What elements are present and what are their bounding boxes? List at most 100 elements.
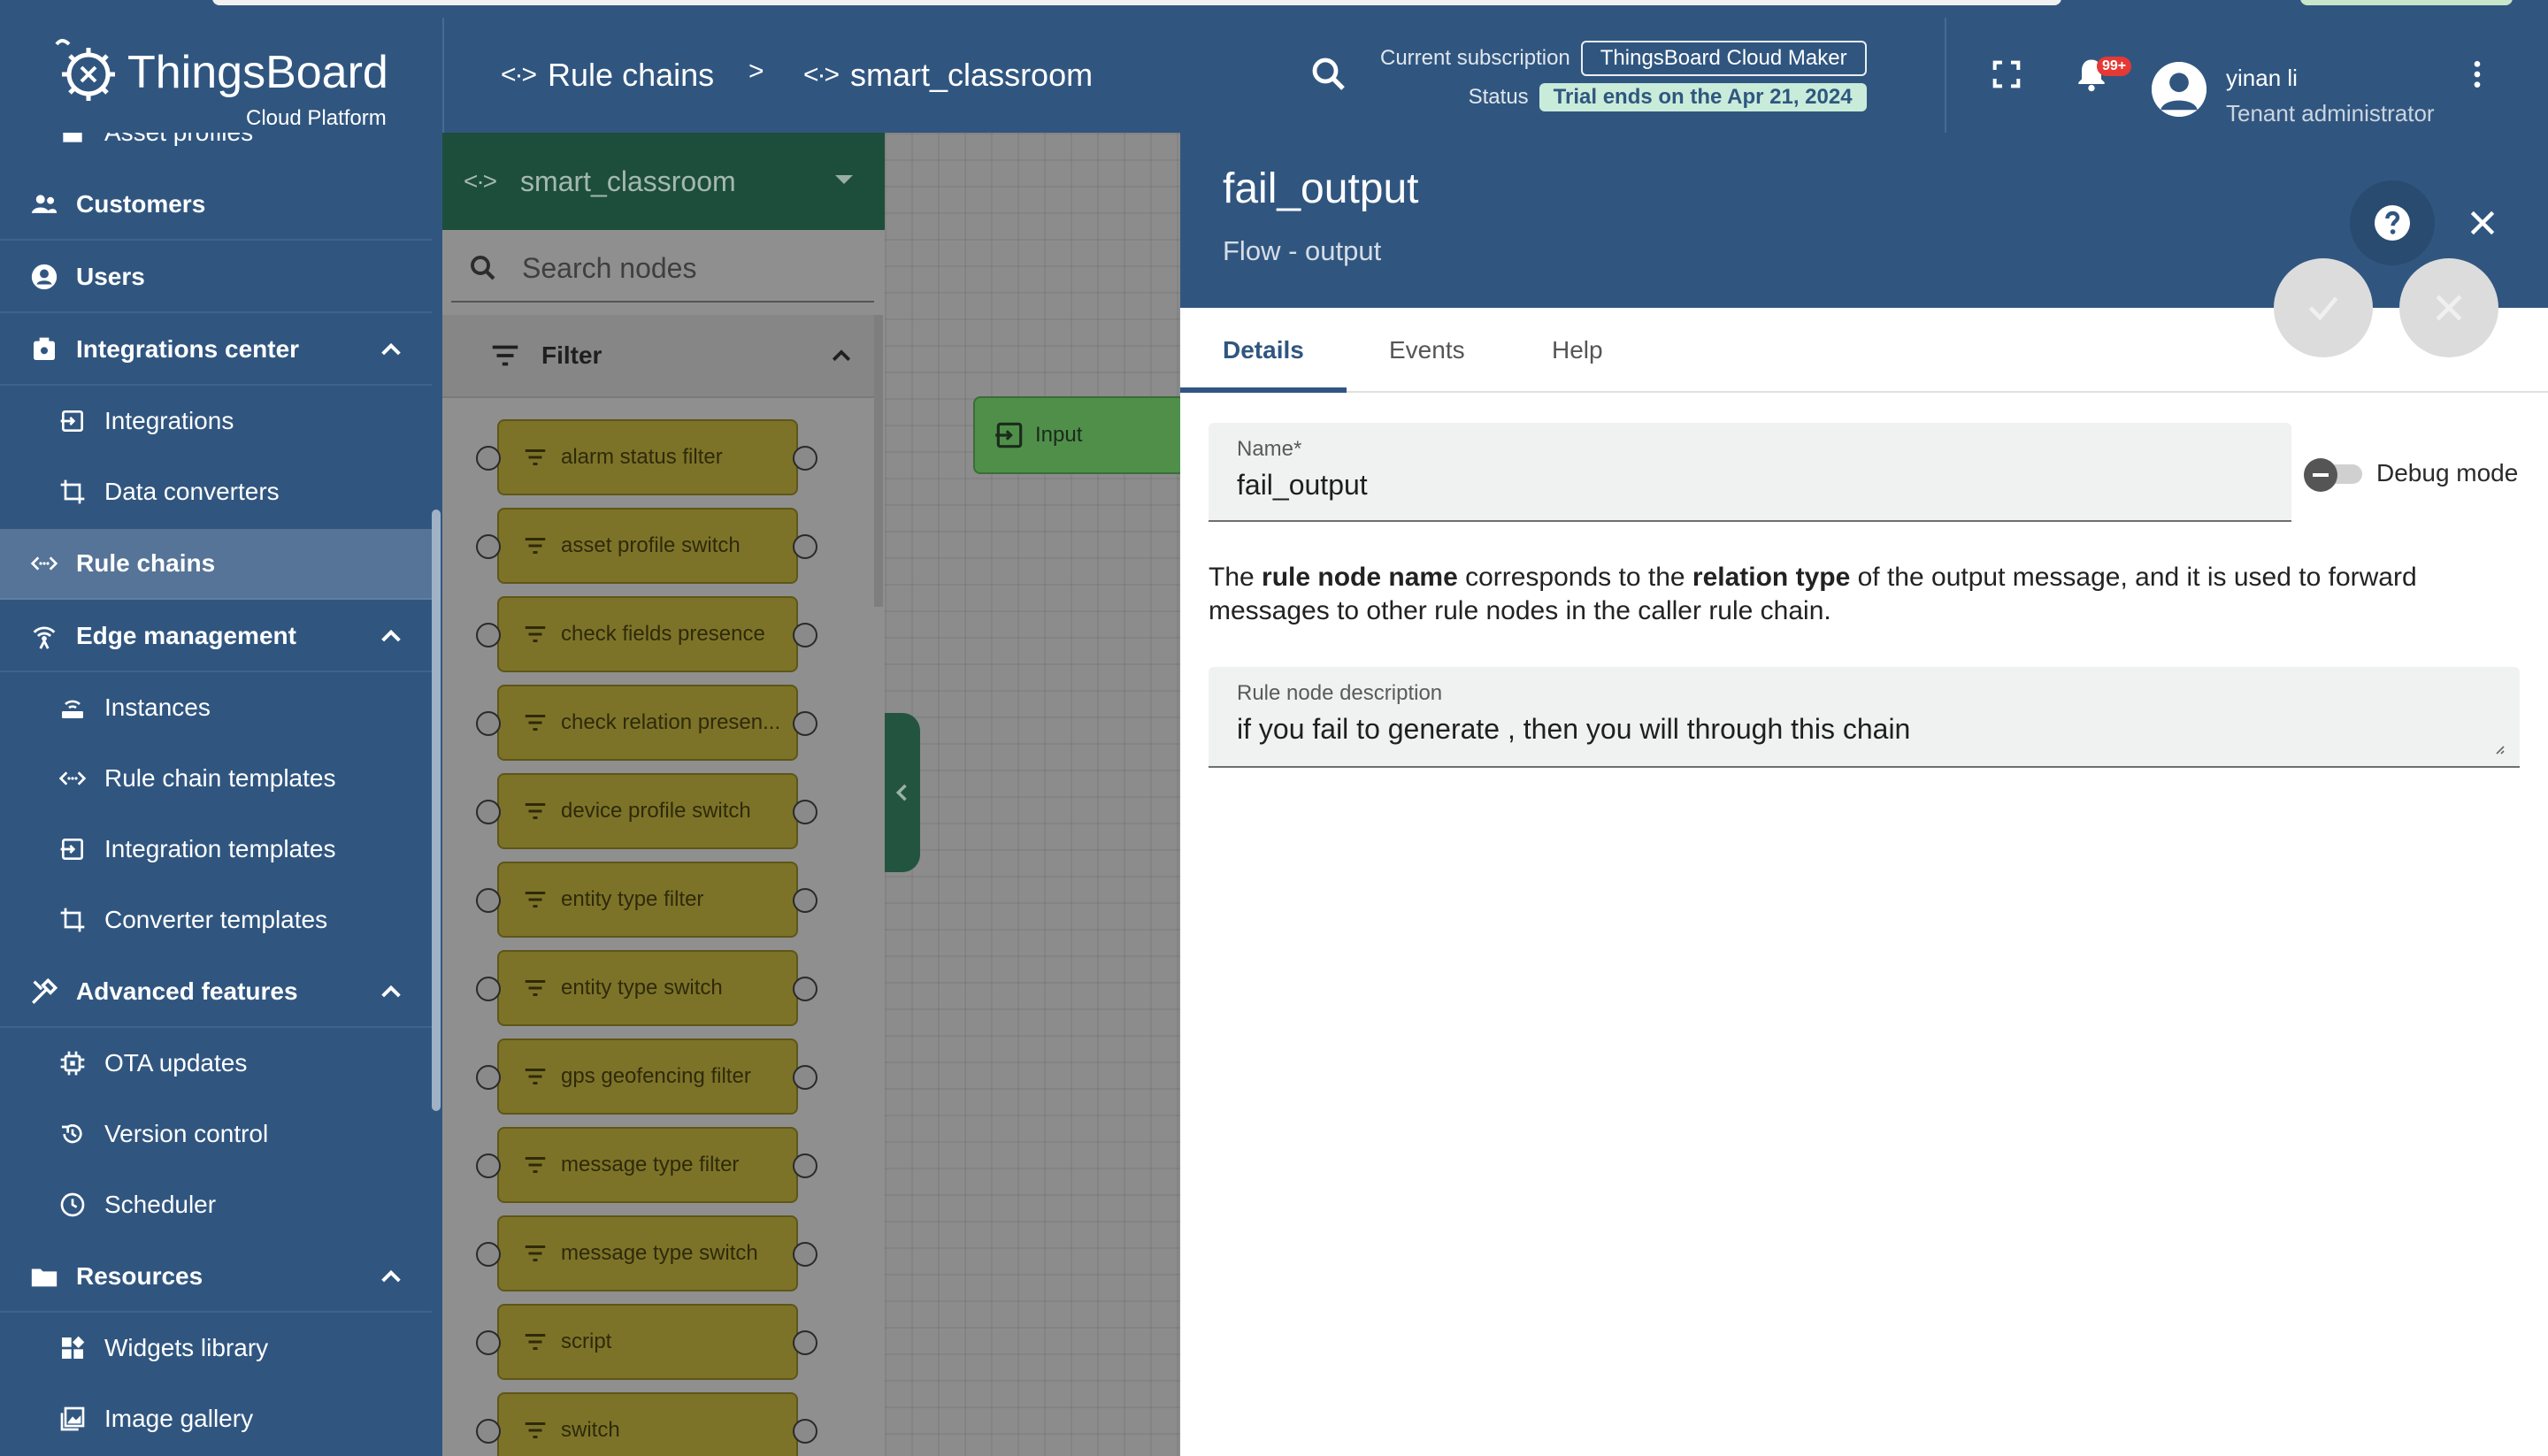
rule-node-item[interactable]: gps geofencing filter — [497, 1038, 798, 1115]
tab-events[interactable]: Events — [1389, 308, 1465, 393]
sidebar-item-users[interactable]: Users — [0, 242, 432, 313]
rule-node-label: device profile switch — [561, 799, 751, 823]
switch-knob — [2304, 458, 2337, 492]
code-icon: <·> — [464, 167, 497, 195]
sidebar-item-label: Advanced features — [76, 977, 298, 1005]
sidebar-item-ota-updates[interactable]: OTA updates — [0, 1028, 432, 1099]
name-field-value: fail_output — [1237, 469, 1368, 501]
sidebar-item-instances[interactable]: Instances — [0, 672, 432, 743]
node-output-port — [793, 888, 817, 913]
folder-icon — [28, 1261, 60, 1292]
rule-node-item[interactable]: message type switch — [497, 1215, 798, 1291]
rule-chain-select[interactable]: <·> smart_classroom — [442, 133, 885, 230]
sidebar-scrollbar[interactable] — [432, 510, 441, 1111]
browser-address-bar[interactable] — [212, 0, 2061, 5]
sidebar-item-label: Resources — [76, 1262, 203, 1290]
rule-node-label: message type filter — [561, 1153, 740, 1176]
breadcrumb-separator: > — [748, 57, 764, 86]
sidebar-item-rule-chains[interactable]: Rule chains — [0, 529, 432, 600]
help-button[interactable] — [2350, 180, 2435, 265]
sidebar-item-label: Integration templates — [104, 835, 336, 862]
input-node[interactable]: Input — [973, 396, 1186, 474]
sidebar-item-advanced-features[interactable]: Advanced features — [0, 957, 432, 1028]
sidebar-item-widgets-library[interactable]: Widgets library — [0, 1313, 432, 1383]
sidebar-item-resources[interactable]: Resources — [0, 1242, 432, 1313]
rule-node-label: check relation presen... — [561, 710, 781, 734]
subscription-info: Current subscription ThingsBoard Cloud M… — [1380, 39, 1867, 117]
rule-node-item[interactable]: message type filter — [497, 1127, 798, 1203]
rule-node-item[interactable]: device profile switch — [497, 773, 798, 849]
node-list-scrollbar[interactable] — [874, 315, 883, 607]
integrations-icon — [57, 833, 88, 865]
tab-details[interactable]: Details — [1223, 308, 1304, 393]
close-panel-button[interactable] — [2454, 195, 2511, 251]
rule-node-item[interactable]: check fields presence — [497, 596, 798, 672]
library-collapse-toggle[interactable] — [885, 713, 920, 872]
rule-node-item[interactable]: check relation presen... — [497, 685, 798, 761]
thingsboard-logo-icon — [55, 39, 115, 101]
clock-icon — [57, 1189, 88, 1221]
rule-chain-canvas[interactable] — [885, 133, 1180, 1456]
sidebar-item-data-converters[interactable]: Data converters — [0, 456, 432, 527]
code-icon — [28, 548, 60, 579]
chevron-up-icon — [381, 629, 401, 642]
node-output-port — [793, 1242, 817, 1267]
sidebar-item-converter-templates[interactable]: Converter templates — [0, 885, 432, 955]
input-node-label: Input — [1035, 423, 1083, 447]
node-search-input[interactable]: Search nodes — [451, 235, 874, 303]
code-icon — [57, 762, 88, 794]
rule-node-label: message type switch — [561, 1241, 758, 1265]
sidebar-item-label: Data converters — [104, 478, 280, 505]
rule-node-item[interactable]: entity type filter — [497, 862, 798, 938]
name-field[interactable]: Name* fail_output — [1209, 423, 2291, 522]
sidebar-item-integrations-center[interactable]: Integrations center — [0, 315, 432, 386]
filter-icon — [522, 1329, 549, 1355]
sidebar-item-integrations[interactable]: Integrations — [0, 386, 432, 456]
avatar[interactable] — [2152, 62, 2206, 117]
sidebar-item-rule-chain-templates[interactable]: Rule chain templates — [0, 743, 432, 814]
input-icon — [995, 422, 1023, 448]
sidebar-item-customers[interactable]: Customers — [0, 170, 432, 241]
header-search-button[interactable] — [1308, 53, 1350, 96]
description-textarea[interactable]: Rule node description if you fail to gen… — [1209, 667, 2520, 768]
browser-extension-chip[interactable] — [2300, 0, 2513, 5]
instances-icon — [57, 692, 88, 724]
fullscreen-icon — [1992, 60, 2021, 88]
filter-icon — [522, 1240, 549, 1267]
filter-category-label: Filter — [541, 341, 602, 369]
rule-node-item[interactable]: alarm status filter — [497, 419, 798, 495]
rule-node-item[interactable]: switch — [497, 1392, 798, 1456]
trial-status-badge: Trial ends on the Apr 21, 2024 — [1539, 83, 1867, 111]
filter-category-header[interactable]: Filter — [442, 315, 874, 398]
crop-icon — [57, 476, 88, 508]
brand-logo[interactable]: ThingsBoard — [50, 35, 388, 110]
rule-node-item[interactable]: entity type switch — [497, 950, 798, 1026]
sidebar-item-image-gallery[interactable]: Image gallery — [0, 1383, 432, 1454]
more-menu-button[interactable] — [2452, 50, 2502, 99]
debug-mode-switch[interactable] — [2304, 458, 2364, 492]
app-header: ThingsBoard Cloud Platform <·> Rule chai… — [0, 18, 2548, 133]
resize-handle-icon[interactable] — [2491, 741, 2506, 755]
tab-help[interactable]: Help — [1552, 308, 1603, 393]
rule-node-item[interactable]: asset profile switch — [497, 508, 798, 584]
debug-mode-toggle[interactable]: Debug mode — [2304, 458, 2519, 492]
brand-name: ThingsBoard — [127, 47, 388, 98]
sidebar-item-asset-profiles[interactable]: Asset profiles — [0, 133, 432, 168]
breadcrumb-rule-chains[interactable]: <·> Rule chains — [501, 57, 714, 94]
customers-icon — [28, 188, 60, 220]
filter-icon — [492, 345, 518, 366]
chevron-up-icon — [381, 342, 401, 356]
rule-node-item[interactable]: script — [497, 1304, 798, 1380]
sidebar-item-integration-templates[interactable]: Integration templates — [0, 814, 432, 885]
subscription-chip[interactable]: ThingsBoard Cloud Maker — [1580, 41, 1867, 76]
sidebar-item-scheduler[interactable]: Scheduler — [0, 1169, 432, 1240]
fullscreen-button[interactable] — [1982, 50, 2031, 99]
node-title: fail_output — [1223, 165, 1419, 212]
debug-mode-label: Debug mode — [2376, 459, 2519, 487]
sidebar-item-edge-management[interactable]: Edge management — [0, 602, 432, 672]
user-info[interactable]: yinan li Tenant administrator — [2226, 60, 2435, 131]
sidebar-item-version-control[interactable]: Version control — [0, 1099, 432, 1169]
user-role: Tenant administrator — [2226, 100, 2435, 126]
node-help-description: The rule node name corresponds to the re… — [1209, 561, 2518, 628]
node-input-port — [476, 446, 501, 471]
